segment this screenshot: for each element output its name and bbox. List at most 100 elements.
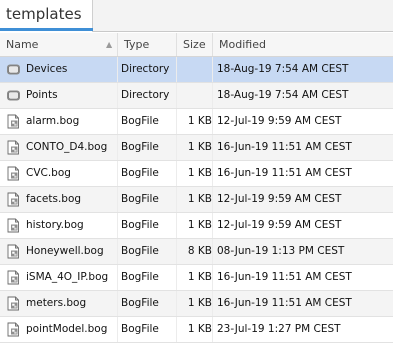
cell-size: 8 KB <box>187 245 212 257</box>
tab-bar: templates <box>0 0 393 32</box>
cell-name: history.bog <box>26 219 84 231</box>
cell-type: BogFile <box>121 219 159 231</box>
column-divider <box>117 239 118 264</box>
cell-size: 1 KB <box>187 193 212 205</box>
column-divider <box>212 317 213 342</box>
cell-modified: 16-Jun-19 11:51 AM CEST <box>217 141 352 153</box>
cell-modified: 16-Jun-19 11:51 AM CEST <box>217 271 352 283</box>
cell-type: BogFile <box>121 141 159 153</box>
cell-type: BogFile <box>121 323 159 335</box>
cell-type: Directory <box>121 89 170 101</box>
column-divider <box>117 317 118 342</box>
cell-modified: 08-Jun-19 1:13 PM CEST <box>217 245 345 257</box>
column-header-modified[interactable]: Modified <box>212 33 393 56</box>
bog-file-icon <box>6 192 21 207</box>
column-divider <box>117 187 118 212</box>
bog-file-icon <box>6 270 21 285</box>
column-divider <box>117 265 118 290</box>
column-divider <box>212 109 213 134</box>
column-divider <box>212 291 213 316</box>
column-divider <box>117 109 118 134</box>
column-divider <box>212 135 213 160</box>
cell-name: alarm.bog <box>26 115 80 127</box>
table-row[interactable]: Honeywell.bog BogFile 8 KB 08-Jun-19 1:13 P… <box>0 239 393 265</box>
table-row[interactable]: CVC.bog BogFile 1 KB 16-Jun-19 11:51 AM CES… <box>0 161 393 187</box>
cell-name: CONTO_D4.bog <box>26 141 108 153</box>
cell-type: BogFile <box>121 167 159 179</box>
table-row[interactable]: CONTO_D4.bog BogFile 1 KB 16-Jun-19 11:51 A… <box>0 135 393 161</box>
table-row[interactable]: iSMA_4O_IP.bog BogFile 1 KB 16-Jun-19 11:51… <box>0 265 393 291</box>
folder-icon <box>6 88 21 103</box>
column-divider <box>212 265 213 290</box>
table-row[interactable]: Points Directory 18-Aug-19 7:54 AM CEST <box>0 83 393 109</box>
bog-file-icon <box>6 244 21 259</box>
table-row[interactable]: facets.bog BogFile 1 KB 12-Jul-19 9:59 AM C… <box>0 187 393 213</box>
sort-ascending-icon: ▲ <box>106 40 113 49</box>
column-header-name[interactable]: Name ▲ <box>0 33 117 56</box>
cell-type: BogFile <box>121 297 159 309</box>
file-table: Devices Directory 18-Aug-19 7:54 AM CEST Po… <box>0 57 393 343</box>
cell-modified: 16-Jun-19 11:51 AM CEST <box>217 167 352 179</box>
cell-size: 1 KB <box>187 297 212 309</box>
bog-file-icon <box>6 140 21 155</box>
column-divider <box>212 83 213 108</box>
cell-size <box>177 83 212 108</box>
cell-modified: 12-Jul-19 9:59 AM CEST <box>217 193 342 205</box>
cell-type: BogFile <box>121 245 159 257</box>
bog-file-icon <box>6 218 21 233</box>
column-header-size-label: Size <box>183 38 206 51</box>
column-divider <box>117 135 118 160</box>
cell-modified: 18-Aug-19 7:54 AM CEST <box>217 89 349 101</box>
cell-name: Points <box>26 89 58 101</box>
column-divider <box>117 291 118 316</box>
column-header-type[interactable]: Type <box>117 33 176 56</box>
column-header-name-label: Name <box>6 38 39 51</box>
cell-type: BogFile <box>121 193 159 205</box>
column-divider <box>212 187 213 212</box>
table-row[interactable]: meters.bog BogFile 1 KB 16-Jun-19 11:51 AM … <box>0 291 393 317</box>
cell-name: CVC.bog <box>26 167 71 179</box>
column-divider <box>212 57 213 82</box>
table-row[interactable]: Devices Directory 18-Aug-19 7:54 AM CEST <box>0 57 393 83</box>
bog-file-icon <box>6 114 21 129</box>
cell-size: 1 KB <box>187 271 212 283</box>
cell-modified: 12-Jul-19 9:59 AM CEST <box>217 219 342 231</box>
cell-size <box>177 57 212 82</box>
bog-file-icon <box>6 322 21 337</box>
cell-type: BogFile <box>121 115 159 127</box>
cell-name: meters.bog <box>26 297 87 309</box>
column-divider <box>117 213 118 238</box>
column-divider <box>117 161 118 186</box>
column-divider <box>117 83 118 108</box>
tab-label: templates <box>6 5 82 23</box>
table-row[interactable]: history.bog BogFile 1 KB 12-Jul-19 9:59 AM … <box>0 213 393 239</box>
column-header-size[interactable]: Size <box>176 33 212 56</box>
cell-size: 1 KB <box>187 167 212 179</box>
table-row[interactable]: pointModel.bog BogFile 1 KB 23-Jul-19 1:27 … <box>0 317 393 343</box>
cell-modified: 23-Jul-19 1:27 PM CEST <box>217 323 341 335</box>
cell-name: iSMA_4O_IP.bog <box>26 271 109 283</box>
folder-icon <box>6 62 21 77</box>
table-header: Name ▲ Type Size Modified <box>0 33 393 57</box>
cell-size: 1 KB <box>187 141 212 153</box>
cell-size: 1 KB <box>187 219 212 231</box>
active-tab-indicator <box>0 28 93 31</box>
cell-name: Honeywell.bog <box>26 245 104 257</box>
cell-modified: 18-Aug-19 7:54 AM CEST <box>217 63 349 75</box>
table-row[interactable]: alarm.bog BogFile 1 KB 12-Jul-19 9:59 AM CE… <box>0 109 393 135</box>
column-divider <box>212 161 213 186</box>
cell-type: Directory <box>121 63 170 75</box>
cell-name: Devices <box>26 63 68 75</box>
cell-type: BogFile <box>121 271 159 283</box>
column-divider <box>212 239 213 264</box>
cell-size: 1 KB <box>187 115 212 127</box>
bog-file-icon <box>6 296 21 311</box>
column-header-modified-label: Modified <box>219 38 266 51</box>
cell-name: facets.bog <box>26 193 82 205</box>
column-divider <box>117 57 118 82</box>
cell-name: pointModel.bog <box>26 323 108 335</box>
column-header-type-label: Type <box>124 38 150 51</box>
cell-size: 1 KB <box>187 323 212 335</box>
bog-file-icon <box>6 166 21 181</box>
column-divider <box>212 213 213 238</box>
